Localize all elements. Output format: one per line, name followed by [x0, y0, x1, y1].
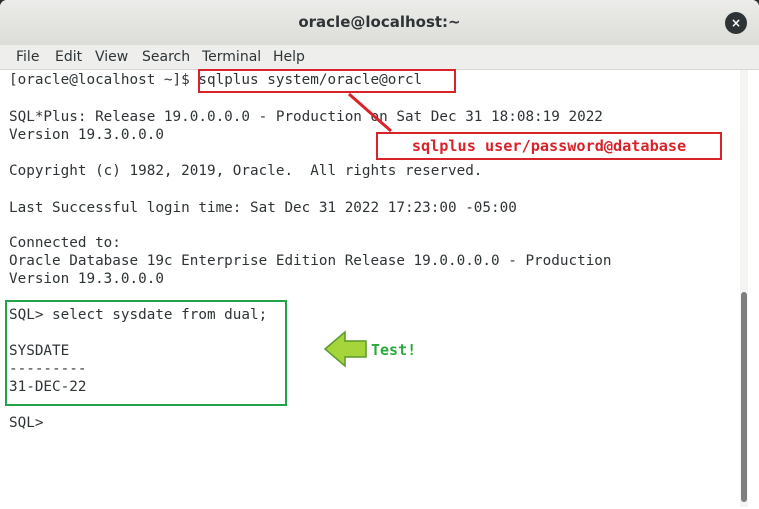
terminal-window: oracle@localhost:~ × File Edit View Sear…: [0, 0, 759, 509]
callout-connector-line: [348, 92, 392, 133]
test-label: Test!: [371, 341, 417, 359]
syntax-callout-text: sqlplus user/password@database: [411, 137, 687, 155]
syntax-callout: sqlplus user/password@database: [376, 132, 722, 160]
command-highlight-box: [198, 69, 456, 93]
test-query-highlight-box: [5, 300, 287, 406]
green-arrow-icon: [323, 330, 367, 368]
